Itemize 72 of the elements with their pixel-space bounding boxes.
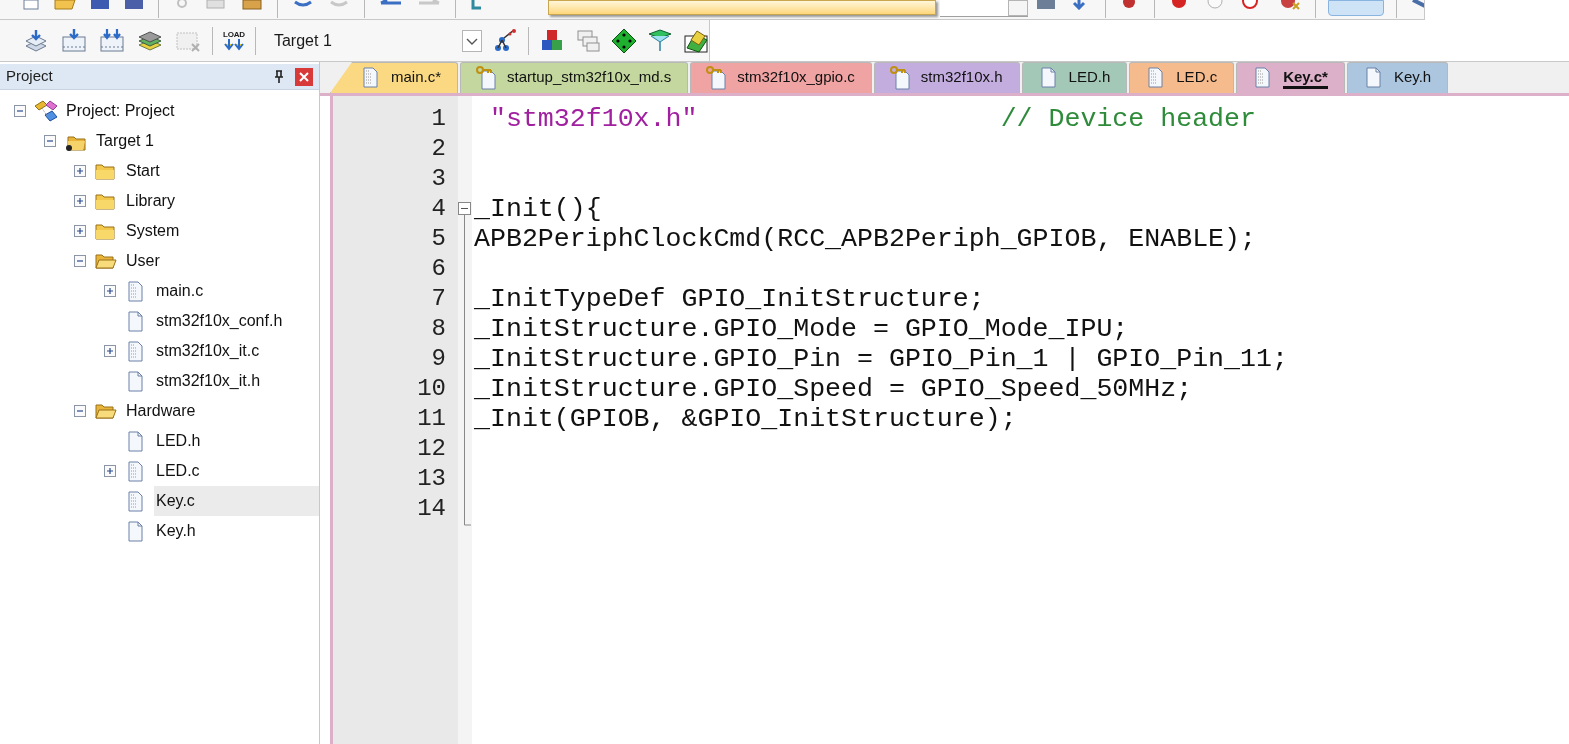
tree-item[interactable]: Project: Project: [64, 96, 319, 126]
tree-item[interactable]: Hardware: [124, 396, 319, 426]
code-line: "stm32f10x.h" // Device header: [488, 104, 1256, 134]
line-number: 6: [431, 255, 446, 282]
code-line: _Init(){: [474, 194, 602, 224]
code-line: _InitStructure.GPIO_Pin = GPIO_Pin_1 | GPIO_Pin_11;: [474, 344, 1288, 374]
key-file-icon: [888, 66, 911, 90]
tree-item[interactable]: stm32f10x_conf.h: [154, 306, 319, 336]
tree-item[interactable]: LED.c: [154, 456, 319, 486]
line-number: 8: [431, 315, 446, 342]
fold-marker-icon[interactable]: [458, 202, 472, 526]
collapse-icon[interactable]: [74, 405, 86, 417]
line-number: 11: [417, 405, 446, 432]
line-number: 4: [431, 195, 446, 222]
expand-icon[interactable]: [104, 345, 116, 357]
file-tab[interactable]: stm32f10x_gpio.c: [690, 62, 872, 93]
expand-icon[interactable]: [74, 225, 86, 237]
code-line: APB2PeriphClockCmd(RCC_APB2Periph_GPIOB, ENABLE);: [474, 224, 1256, 254]
file-tab[interactable]: main.c*: [330, 62, 459, 93]
find-field[interactable]: [940, 0, 1028, 17]
pin-icon[interactable]: [273, 69, 285, 84]
tree-item[interactable]: main.c: [154, 276, 319, 306]
line-number: 14: [417, 495, 446, 522]
tree-item[interactable]: stm32f10x_it.h: [154, 366, 319, 396]
key-file-icon: [475, 66, 498, 90]
collapse-icon[interactable]: [74, 255, 86, 267]
tree-item[interactable]: User: [124, 246, 319, 276]
tree-item[interactable]: LED.h: [154, 426, 319, 456]
funnel-icon[interactable]: [647, 27, 673, 54]
key-file-icon: [705, 66, 728, 90]
line-number: 1: [431, 105, 446, 132]
collapse-icon[interactable]: [14, 105, 26, 117]
panel-title: Project: [6, 66, 54, 87]
expand-icon[interactable]: [74, 195, 86, 207]
code-line: _InitTypeDef GPIO_InitStructure;: [474, 284, 985, 314]
magic-wand-icon[interactable]: [492, 27, 519, 54]
expand-icon[interactable]: [104, 285, 116, 297]
file-tab[interactable]: Key.h: [1346, 62, 1449, 93]
download-button[interactable]: LOAD: [223, 30, 245, 51]
tree-item[interactable]: stm32f10x_it.c: [154, 336, 319, 366]
line-number: 10: [417, 375, 446, 402]
collapse-icon[interactable]: [44, 135, 56, 147]
line-number: 9: [431, 345, 446, 372]
rebuild-icon[interactable]: [98, 27, 126, 54]
line-number: 5: [431, 225, 446, 252]
arrows-icon: [223, 38, 245, 51]
code-line: _InitStructure.GPIO_Mode = GPIO_Mode_IPU;: [474, 314, 1129, 344]
expand-icon[interactable]: [104, 465, 116, 477]
expand-icon[interactable]: [74, 165, 86, 177]
tree-item[interactable]: Library: [124, 186, 319, 216]
line-number: 2: [431, 135, 446, 162]
project-icon: [34, 100, 58, 122]
diamond-icon[interactable]: [611, 27, 637, 54]
build-icon[interactable]: [60, 27, 88, 54]
close-icon[interactable]: [295, 67, 313, 86]
file-tab[interactable]: LED.h: [1021, 62, 1128, 93]
tree-item[interactable]: Key.c: [154, 486, 319, 516]
open-folder-icon[interactable]: [54, 0, 76, 10]
tree-item[interactable]: Start: [124, 156, 319, 186]
tree-item[interactable]: Key.h: [154, 516, 319, 546]
code-line: _InitStructure.GPIO_Speed = GPIO_Speed_50MHz;: [474, 374, 1193, 404]
file-tab[interactable]: LED.c: [1129, 62, 1235, 93]
tree-item[interactable]: System: [124, 216, 319, 246]
line-number: 7: [431, 285, 446, 312]
line-number: 13: [417, 465, 446, 492]
file-tab[interactable]: stm32f10x.h: [873, 62, 1020, 93]
line-number: 12: [417, 435, 446, 462]
file-tab[interactable]: startup_stm32f10x_md.s: [460, 62, 689, 93]
code-line: _Init(GPIOB, &GPIO_InitStructure);: [474, 404, 1017, 434]
file-tab[interactable]: Key.c*: [1236, 62, 1345, 93]
line-number: 3: [431, 165, 446, 192]
tree-item[interactable]: Target 1: [94, 126, 319, 156]
